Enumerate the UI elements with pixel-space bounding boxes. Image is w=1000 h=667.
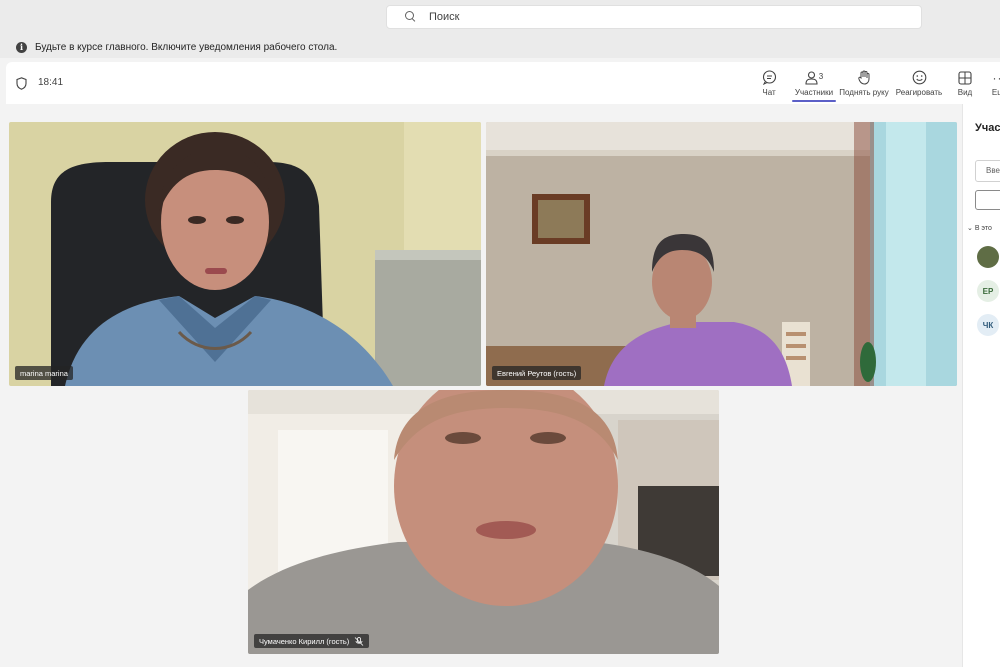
avatar[interactable]: ЧК bbox=[977, 314, 999, 336]
participant-video-3 bbox=[248, 390, 719, 654]
search-placeholder: Поиск bbox=[429, 11, 460, 23]
chevron-down-icon: ⌄ bbox=[967, 225, 975, 232]
mic-off-icon bbox=[354, 636, 364, 646]
view-button[interactable]: Вид bbox=[951, 66, 979, 102]
participants-label: Участники bbox=[794, 88, 834, 97]
avatar-initials: ЧК bbox=[982, 320, 994, 330]
participant-name-tag: marina marina bbox=[15, 366, 73, 380]
hand-icon bbox=[857, 69, 871, 86]
raise-hand-button[interactable]: Поднять руку bbox=[839, 66, 889, 102]
participant-name: Евгений Реутов (гость) bbox=[497, 368, 577, 378]
video-tile-1[interactable]: marina marina bbox=[9, 122, 481, 386]
chat-label: Чат bbox=[762, 88, 776, 97]
avatar[interactable] bbox=[977, 246, 999, 268]
participants-panel: Участ Вве ⌄ В это ЕР ЧК bbox=[962, 104, 1000, 667]
search-box[interactable]: Поиск bbox=[386, 5, 922, 29]
panel-title: Участ bbox=[975, 122, 1000, 134]
participant-name: marina marina bbox=[20, 368, 68, 378]
notification-text[interactable]: Будьте в курсе главного. Включите уведом… bbox=[35, 42, 337, 53]
more-button[interactable]: ··· Еще bbox=[989, 66, 1000, 102]
invite-input[interactable]: Вве bbox=[975, 160, 1000, 182]
video-tile-3[interactable]: Чумаченко Кирилл (гость) bbox=[248, 390, 719, 654]
section-label: В это bbox=[974, 225, 992, 232]
participant-name-tag: Евгений Реутов (гость) bbox=[492, 366, 582, 380]
video-stage: marina marina Евгений Реутов (гость) Чум… bbox=[0, 104, 962, 667]
grid-icon bbox=[958, 69, 972, 86]
participant-video-2 bbox=[486, 122, 957, 386]
participant-name-tag: Чумаченко Кирилл (гость) bbox=[254, 634, 370, 648]
people-icon: 3 bbox=[805, 69, 823, 86]
react-label: Реагировать bbox=[895, 88, 943, 97]
chat-button[interactable]: Чат bbox=[752, 66, 786, 102]
info-icon: i bbox=[16, 41, 27, 53]
view-label: Вид bbox=[957, 88, 973, 97]
section-header[interactable]: ⌄ В это bbox=[967, 224, 992, 232]
more-dots-icon: ··· bbox=[992, 70, 1000, 85]
meeting-timer: 18:41 bbox=[38, 77, 64, 88]
participants-button[interactable]: 3 Участники bbox=[792, 66, 836, 102]
meeting-header: 18:41 Чат 3 Участники Поднять руку Реаги… bbox=[6, 62, 1000, 104]
smiley-icon bbox=[912, 69, 927, 86]
raise-hand-label: Поднять руку bbox=[839, 88, 889, 97]
invite-input-placeholder: Вве bbox=[986, 166, 1000, 175]
share-invite-field[interactable] bbox=[975, 190, 1000, 210]
title-bar: Поиск bbox=[0, 0, 1000, 36]
avatar-initials: ЕР bbox=[982, 286, 994, 296]
video-tile-2[interactable]: Евгений Реутов (гость) bbox=[486, 122, 957, 386]
more-label: Еще bbox=[991, 88, 1000, 97]
participant-name: Чумаченко Кирилл (гость) bbox=[259, 636, 350, 646]
notification-banner: i Будьте в курсе главного. Включите увед… bbox=[0, 36, 1000, 58]
react-button[interactable]: Реагировать bbox=[895, 66, 943, 102]
shield-icon bbox=[16, 77, 27, 90]
search-icon bbox=[405, 11, 417, 23]
avatar[interactable]: ЕР bbox=[977, 280, 999, 302]
chat-icon bbox=[762, 69, 777, 86]
participants-count: 3 bbox=[818, 72, 824, 81]
participant-video-1 bbox=[9, 122, 481, 386]
meeting-toolbar: Чат 3 Участники Поднять руку Реагировать bbox=[752, 66, 1000, 102]
